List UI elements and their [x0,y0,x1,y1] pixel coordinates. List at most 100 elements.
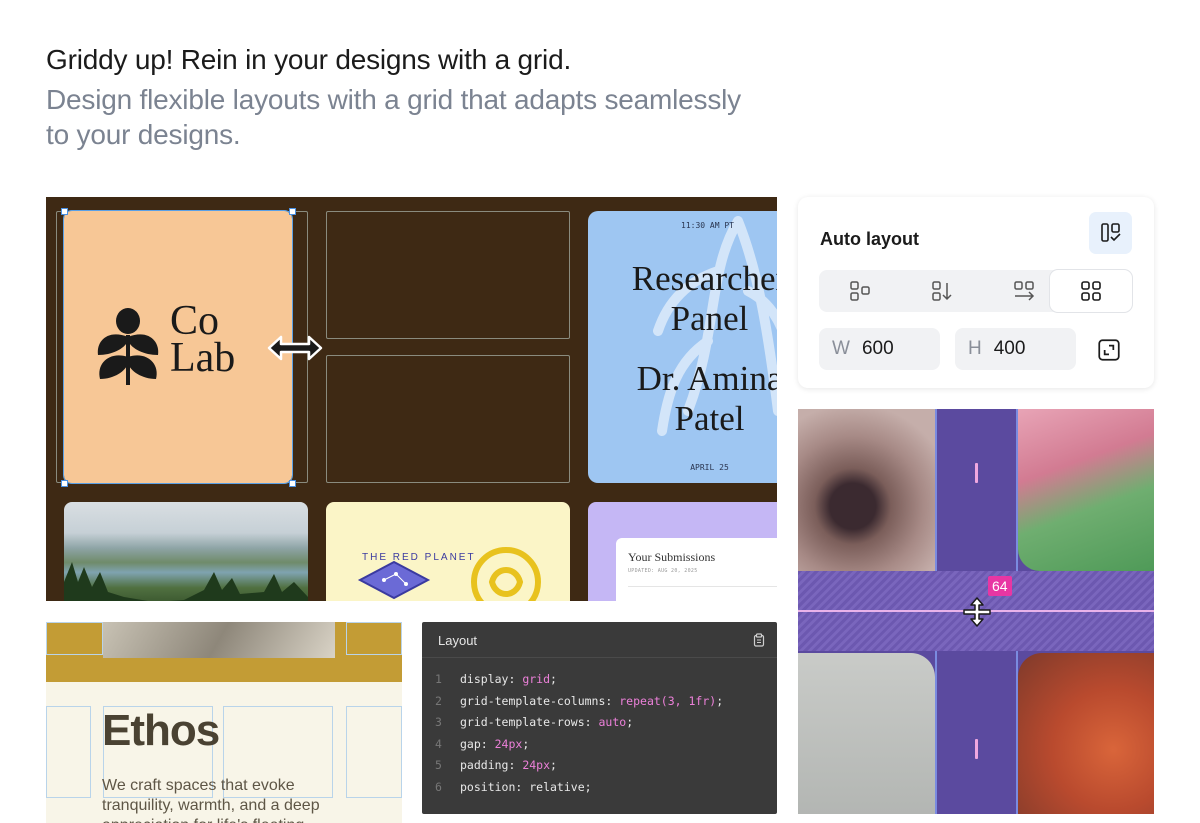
colab-line2: Lab [170,335,236,381]
auto-layout-panel: Auto layout W 600 H 400 [798,197,1154,388]
line-number: 3 [435,715,442,729]
clipboard-icon[interactable] [752,633,766,647]
selection-handle-bottom-right[interactable] [289,480,296,487]
code-value: auto [598,715,627,729]
grid-guide [46,622,103,655]
ethos-copy: We craft spaces that evoke tranquility, … [102,777,320,823]
code-property: grid-template-rows: [460,715,599,729]
tree-silhouette [64,562,308,601]
page-headline: Griddy up! Rein in your designs with a g… [46,44,572,75]
line-number: 2 [435,693,442,708]
auto-layout-title: Auto layout [820,229,919,249]
divider [628,586,777,587]
line-number: 5 [435,758,442,772]
research-name-line2: Patel [674,399,745,438]
layout-direction-segmented-control [819,270,1133,312]
width-label: W [832,338,850,359]
research-title-line2: Panel [670,299,749,338]
grid-guide [46,706,91,798]
code-property: display: [460,672,523,686]
code-terminator: ; [626,715,634,729]
line-number: 6 [435,779,442,794]
orange-photo-cell[interactable] [1018,653,1154,814]
code-property: gap: [460,736,495,751]
horizontal-resize-arrow-icon[interactable] [265,328,325,368]
code-panel-title: Layout [438,633,478,648]
resize-to-fit-icon[interactable] [1096,337,1122,363]
height-label: H [968,338,982,359]
layout-grid-button[interactable] [1050,270,1132,312]
aerial-photo-cell[interactable] [798,409,935,571]
red-planet-card[interactable]: THE RED PLANET [326,502,570,601]
code-terminator: ; [522,736,530,751]
code-line: 3 grid-template-rows: auto; [422,712,723,734]
code-value: repeat(3, 1fr) [619,693,717,708]
code-line: 1 display: grid; [422,669,723,691]
research-title: Researcher Panel [588,259,777,339]
colab-wordmark: Co Lab [170,300,236,381]
ethos-photo [103,622,335,658]
code-line: 4 gap: 24px; [422,734,723,756]
wildlife-seal-icon [471,547,541,601]
grid-guide [346,706,402,798]
layout-free-button[interactable] [819,270,901,312]
code-terminator: ; [550,672,557,686]
vertical-move-cursor-icon[interactable] [962,596,992,628]
landscape-photo-card[interactable] [64,502,308,601]
auto-layout-toggle-button[interactable] [1089,212,1132,254]
code-line: 2 grid-template-columns: repeat(3, 1fr); [422,691,723,713]
research-date: APRIL 25 [690,463,729,472]
auto-layout-toggle-icon [1100,223,1121,242]
grid-cell [326,355,570,483]
submissions-updated: UPDATED: AUG 20, 2025 [628,568,698,574]
grid-showcase-panel: Co Lab 11:30 AM PT Researcher Panel Dr. … [46,197,777,601]
code-value: 24px [522,758,551,772]
layout-code-panel: Layout 1 display: grid; 2 grid-template-co… [422,622,777,814]
width-value: 600 [861,338,894,359]
width-field[interactable]: W 600 [819,328,940,370]
image-grid-panel: 64 [798,409,1154,814]
submissions-title: Your Submissions [628,550,716,564]
research-name: Dr. Amina Patel [588,359,777,439]
code-property: position: relative; [460,779,592,794]
ethos-card[interactable]: Ethos We craft spaces that evoke tranqui… [46,622,402,823]
flower-photo-cell[interactable] [1018,409,1154,571]
colab-card[interactable]: Co Lab [63,210,293,484]
code-lines[interactable]: 1 display: grid; 2 grid-template-columns: … [422,669,723,798]
code-property: grid-template-columns: [460,693,620,708]
vertical-layout-icon [932,281,952,301]
research-title-line1: Researcher [631,259,777,298]
line-number: 4 [435,736,442,751]
grid-layout-icon [1081,281,1101,301]
grid-cell [326,211,570,339]
height-field[interactable]: H 400 [955,328,1076,370]
code-panel-header: Layout [422,622,777,658]
research-name-line1: Dr. Amina [636,359,777,398]
research-panel-card[interactable]: 11:30 AM PT Researcher Panel Dr. Amina P… [588,211,777,483]
red-planet-badge-text: THE RED PLANET [362,552,476,563]
code-terminator: ; [550,758,557,772]
layout-vertical-button[interactable] [901,270,983,312]
gap-value-badge: 64 [988,576,1012,596]
research-time: 11:30 AM PT [681,221,734,230]
height-value: 400 [993,338,1026,359]
submissions-sheet: Your Submissions UPDATED: AUG 20, 2025 [616,538,777,601]
column-gap-tick [975,739,978,759]
ethos-wordmark: Ethos [102,706,220,755]
selection-handle-top-right[interactable] [289,208,296,215]
code-value: 24px [494,736,523,751]
line-number: 1 [435,672,442,686]
code-value: grid [522,672,551,686]
page-subline: Design flexible layouts with a grid that… [46,84,741,150]
horizontal-layout-icon [1014,281,1035,301]
column-gap-tick [975,463,978,483]
leaf-illustration [653,216,777,436]
flower-logo-icon [97,308,159,385]
code-terminator: ; [716,693,724,708]
free-layout-icon [850,281,870,301]
code-property: padding: [460,758,523,772]
selection-handle-top-left[interactable] [61,208,68,215]
selection-handle-bottom-left[interactable] [61,480,68,487]
submissions-card[interactable]: Your Submissions UPDATED: AUG 20, 2025 [588,502,777,601]
grey-photo-cell[interactable] [798,653,935,814]
